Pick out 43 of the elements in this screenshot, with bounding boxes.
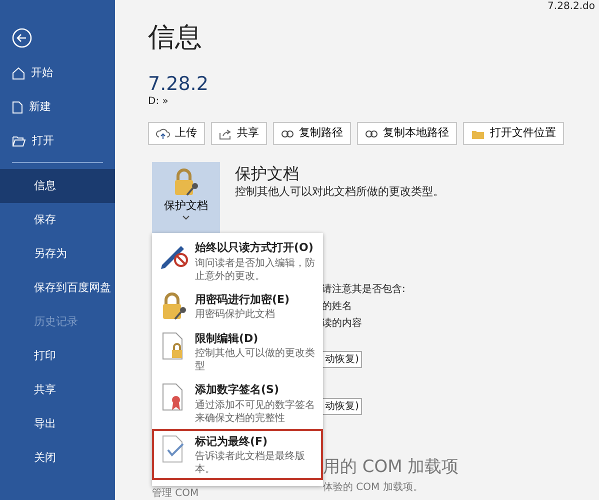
link-icon	[281, 130, 294, 138]
version-entry[interactable]: 动恢复)	[322, 351, 362, 368]
action-button[interactable]: 复制本地路径	[357, 122, 457, 145]
manage-com-link[interactable]: 管理 COM	[152, 486, 199, 500]
document-path: D: »	[148, 95, 168, 109]
action-button[interactable]: 上传	[148, 122, 205, 145]
menu-item[interactable]: 始终以只读方式打开(O) 询问读者是否加入编辑，防止意外的更改。	[152, 235, 323, 286]
home-icon	[12, 66, 25, 80]
share-icon	[219, 128, 232, 140]
sidebar-item[interactable]: 另存为	[0, 237, 115, 271]
section-title: 保护文档	[235, 163, 299, 185]
sidebar-item[interactable]: 新建	[0, 90, 115, 124]
menu-item[interactable]: 添加数字签名(S) 通过添加不可见的数字签名来确保文档的完整性	[152, 377, 323, 428]
sidebar-item[interactable]: 打开	[0, 124, 115, 158]
chevron-down-icon	[182, 214, 190, 220]
sidebar-item[interactable]: 开始	[0, 56, 115, 90]
file-icon	[12, 100, 23, 114]
action-button[interactable]: 共享	[211, 122, 267, 145]
sidebar-item[interactable]: 打印	[0, 339, 115, 373]
menu-item[interactable]: 限制编辑(D) 控制其他人可以做的更改类型	[152, 326, 323, 377]
sidebar-item[interactable]: 共享	[0, 373, 115, 407]
cloud-upload-icon	[156, 128, 170, 140]
protect-document-button[interactable]: 保护文档	[152, 162, 220, 233]
sidebar-item[interactable]: 导出	[0, 407, 115, 441]
sidebar-item[interactable]: 关闭	[0, 441, 115, 475]
action-button[interactable]: 复制路径	[273, 122, 351, 145]
window-title: 7.28.2.do	[548, 0, 595, 14]
section-title: 用的 COM 加载项	[323, 456, 459, 479]
back-icon[interactable]	[12, 28, 32, 48]
version-entry[interactable]: 动恢复)	[322, 398, 362, 415]
link-icon	[365, 130, 378, 138]
action-button[interactable]: 打开文件位置	[463, 122, 564, 145]
section-description: 控制其他人可以对此文档所做的更改类型。	[235, 184, 444, 200]
sidebar-item[interactable]: 信息	[0, 169, 115, 203]
menu-item[interactable]: 用密码进行加密(E) 用密码保护此文档	[152, 286, 323, 326]
inspect-text: 读的内容	[322, 316, 363, 331]
sidebar-item[interactable]: 保存到百度网盘	[0, 271, 115, 305]
menu-item[interactable]: 标记为最终(F) 告诉读者此文档是最终版本。	[152, 428, 323, 480]
section-description: 体验的 COM 加载项。	[323, 480, 423, 495]
document-name: 7.28.2	[148, 72, 208, 96]
page-title: 信息	[148, 22, 202, 54]
sidebar-item[interactable]: 保存	[0, 203, 115, 237]
folder-icon	[12, 135, 26, 147]
